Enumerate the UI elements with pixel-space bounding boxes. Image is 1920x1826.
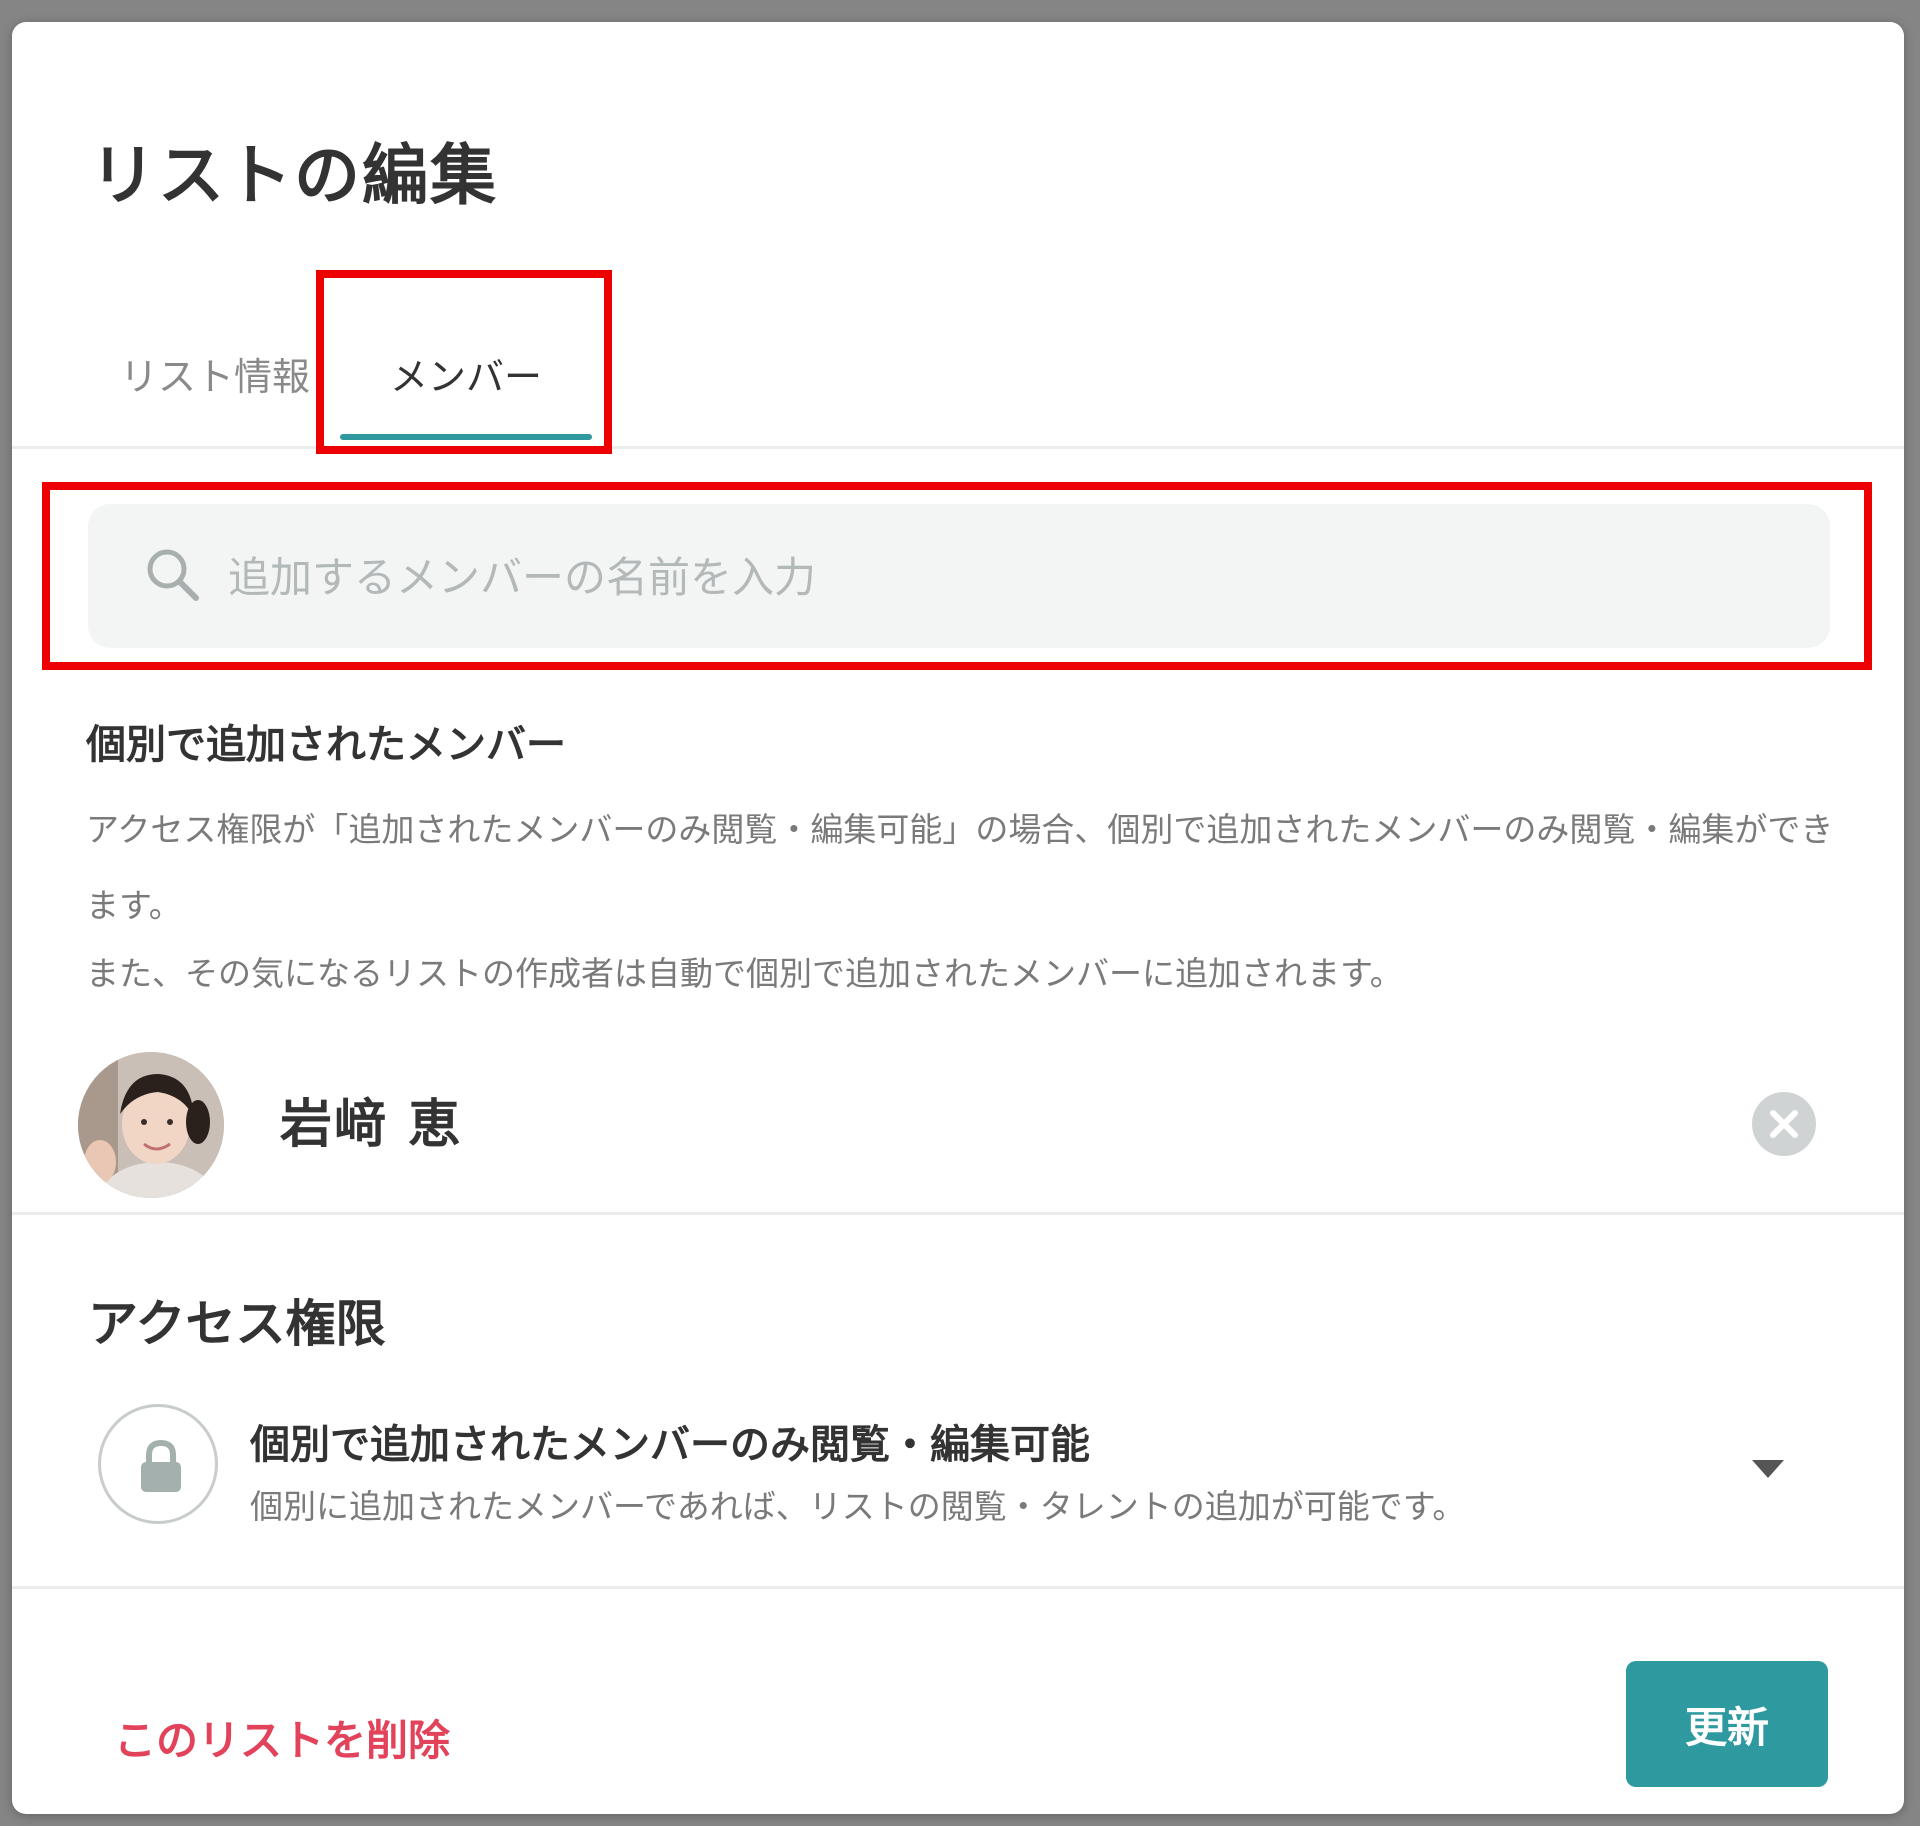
access-selected-description: 個別に追加されたメンバーであれば、リストの閲覧・タレントの追加が可能です。: [250, 1487, 1466, 1526]
individual-members-heading: 個別で追加されたメンバー: [86, 722, 566, 768]
edit-list-modal: リストの編集 リスト情報 メンバー 個別で追加されたメンバー アクセス権限が「追…: [12, 22, 1904, 1814]
lock-icon: [141, 1439, 181, 1492]
member-name: 岩﨑 恵: [280, 1095, 463, 1155]
creator-auto-add-note: また、その気になるリストの作成者は自動で個別で追加されたメンバーに追加されます。: [86, 954, 1403, 993]
list-item: 岩﨑 恵: [12, 1042, 1904, 1215]
tab-bar: リスト情報 メンバー: [12, 322, 1904, 449]
modal-footer: このリストを削除 更新: [12, 1586, 1904, 1814]
member-search-box[interactable]: [88, 504, 1830, 650]
access-permission-heading: アクセス権限: [88, 1295, 386, 1353]
lock-icon-badge: [98, 1404, 218, 1524]
access-selected-title: 個別で追加されたメンバーのみ閲覧・編集可能: [250, 1422, 1090, 1468]
modal-title: リストの編集: [90, 137, 498, 214]
tab-list-info[interactable]: リスト情報: [120, 346, 310, 401]
chevron-down-icon[interactable]: [1752, 1460, 1784, 1478]
access-permission-select[interactable]: 個別で追加されたメンバーのみ閲覧・編集可能 個別に追加されたメンバーであれば、リ…: [88, 1400, 1828, 1530]
avatar: [78, 1052, 224, 1198]
member-search-input[interactable]: [226, 504, 1790, 650]
remove-member-button[interactable]: [1752, 1092, 1816, 1156]
close-circle-icon: [1770, 1110, 1798, 1138]
delete-list-link[interactable]: このリストを削除: [114, 1707, 450, 1768]
update-button[interactable]: 更新: [1626, 1661, 1828, 1787]
active-tab-indicator: [340, 434, 592, 440]
search-icon: [147, 549, 199, 601]
tab-members[interactable]: メンバー: [340, 346, 592, 401]
individual-members-description: アクセス権限が「追加されたメンバーのみ閲覧・編集可能」の場合、個別で追加されたメ…: [86, 810, 1834, 925]
